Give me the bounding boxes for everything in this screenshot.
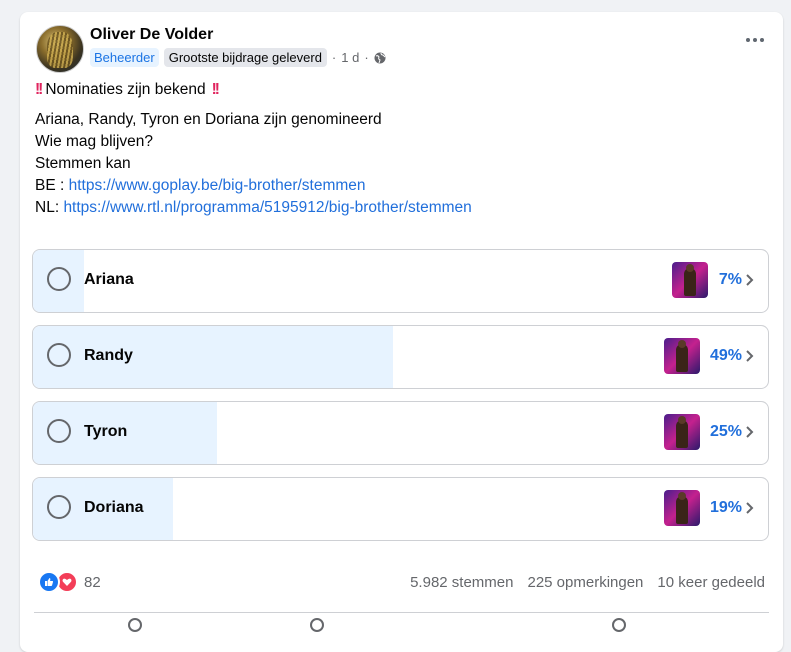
- top-contributor-badge[interactable]: Grootste bijdrage geleverd: [163, 48, 327, 67]
- double-exclamation-icon: !!: [211, 81, 220, 98]
- poll-option-percent: 19%: [709, 499, 742, 516]
- votes-count[interactable]: 5.982 stemmen: [410, 574, 513, 591]
- candidate-thumbnail: [664, 490, 700, 526]
- post-time[interactable]: 1 d: [341, 50, 359, 65]
- share-action-icon[interactable]: [612, 618, 626, 632]
- poll-option-label: Tyron: [84, 423, 128, 440]
- chevron-right-icon[interactable]: [745, 273, 754, 287]
- more-icon-dot: [746, 38, 750, 42]
- post-line-vote: Stemmen kan: [35, 155, 131, 172]
- headline-text: Nominaties zijn bekend: [45, 81, 206, 98]
- more-icon-dot: [753, 38, 757, 42]
- post-text: !! Nominaties zijn bekend !! Ariana, Ran…: [35, 79, 472, 219]
- radio-icon[interactable]: [47, 419, 71, 443]
- poll-option-percent: 7%: [718, 271, 742, 288]
- be-label: BE :: [35, 177, 65, 194]
- more-options-button[interactable]: [741, 30, 769, 50]
- candidate-thumbnail: [672, 262, 708, 298]
- radio-icon[interactable]: [47, 267, 71, 291]
- post-line-nominees: Ariana, Randy, Tyron en Doriana zijn gen…: [35, 111, 382, 128]
- post-footer: 82 5.982 stemmen 225 opmerkingen 10 keer…: [38, 570, 765, 594]
- shares-count[interactable]: 10 keer gedeeld: [657, 574, 765, 591]
- candidate-thumbnail: [664, 414, 700, 450]
- reaction-count: 82: [84, 573, 101, 591]
- poll-option-label: Ariana: [84, 271, 134, 288]
- chevron-right-icon[interactable]: [745, 349, 754, 363]
- chevron-right-icon[interactable]: [745, 501, 754, 515]
- nl-vote-link[interactable]: https://www.rtl.nl/programma/5195912/big…: [63, 199, 471, 216]
- nl-label: NL:: [35, 199, 60, 216]
- poll-option-percent: 25%: [709, 423, 742, 440]
- author-name[interactable]: Oliver De Volder: [90, 26, 213, 44]
- poll-option[interactable]: Ariana 7%: [32, 249, 769, 313]
- radio-icon[interactable]: [47, 343, 71, 367]
- radio-icon[interactable]: [47, 495, 71, 519]
- poll-option[interactable]: Tyron 25%: [32, 401, 769, 465]
- candidate-thumbnail: [664, 338, 700, 374]
- poll-option-label: Randy: [84, 347, 133, 364]
- chevron-right-icon[interactable]: [745, 425, 754, 439]
- comments-count[interactable]: 225 opmerkingen: [527, 574, 643, 591]
- poll-option[interactable]: Randy 49%: [32, 325, 769, 389]
- meta-separator: ·: [331, 50, 337, 65]
- poll-option[interactable]: Doriana 19%: [32, 477, 769, 541]
- poll-option-label: Doriana: [84, 499, 144, 516]
- more-icon-dot: [760, 38, 764, 42]
- like-action-icon[interactable]: [128, 618, 142, 632]
- post-card: Oliver De Volder Beheerder Grootste bijd…: [20, 12, 783, 652]
- post-line-nl: NL: https://www.rtl.nl/programma/5195912…: [35, 197, 472, 219]
- be-vote-link[interactable]: https://www.goplay.be/big-brother/stemme…: [69, 177, 366, 194]
- footer-divider: [34, 612, 769, 613]
- post-headline: !! Nominaties zijn bekend !!: [35, 79, 472, 101]
- post-stats: 5.982 stemmen 225 opmerkingen 10 keer ge…: [410, 574, 765, 591]
- post-line-be: BE : https://www.goplay.be/big-brother/s…: [35, 175, 472, 197]
- admin-badge[interactable]: Beheerder: [90, 48, 159, 67]
- globe-icon[interactable]: [374, 52, 386, 64]
- double-exclamation-icon: !!: [35, 81, 43, 98]
- poll: Ariana 7% Randy 49% Tyron 25% Doriana 19…: [32, 249, 769, 553]
- reactions-summary[interactable]: 82: [38, 571, 101, 593]
- poll-option-percent: 49%: [709, 347, 742, 364]
- comment-action-icon[interactable]: [310, 618, 324, 632]
- post-meta: Beheerder Grootste bijdrage geleverd · 1…: [90, 48, 386, 67]
- meta-separator-2: ·: [364, 50, 369, 65]
- post-line-question: Wie mag blijven?: [35, 133, 154, 150]
- like-icon: [38, 571, 60, 593]
- author-avatar[interactable]: [36, 25, 84, 73]
